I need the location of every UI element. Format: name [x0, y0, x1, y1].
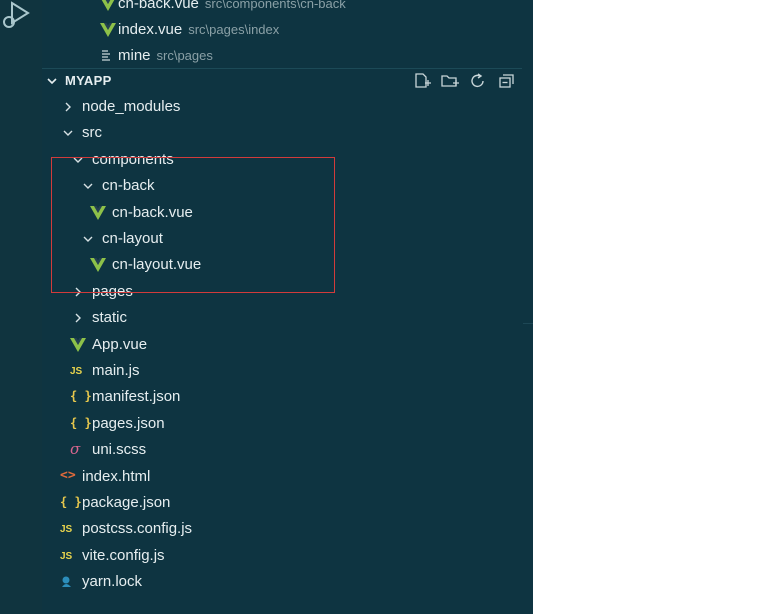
tree-item-label: cn-back.vue [112, 203, 193, 221]
tree-item-label: uni.scss [92, 441, 147, 459]
open-editor-path: src\pages\index [188, 22, 280, 37]
tree-file[interactable]: App.vue [42, 332, 522, 358]
explorer-section-header[interactable]: MYAPP [42, 68, 522, 93]
js-icon: JS [60, 550, 73, 562]
tree-folder[interactable]: cn-back [42, 173, 522, 199]
explorer-title: MYAPP [65, 73, 112, 88]
tree-item-label: static [92, 309, 128, 327]
tree-folder[interactable]: components [42, 147, 522, 173]
tree-item-label: node_modules [82, 98, 181, 115]
tree-file[interactable]: JS main.js [42, 358, 522, 384]
refresh-icon[interactable] [468, 72, 488, 90]
tree-file[interactable]: { } manifest.json [42, 384, 522, 410]
run-debug-icon[interactable] [3, 0, 33, 34]
activity-bar [0, 0, 42, 614]
tree-file[interactable]: JS vite.config.js [42, 543, 522, 569]
yarn-icon [62, 576, 71, 588]
tree-file[interactable]: cn-layout.vue [42, 252, 522, 278]
chevron-down-icon[interactable] [72, 154, 84, 166]
vue-icon [101, 0, 115, 11]
vue-icon [90, 205, 106, 220]
tree-file[interactable]: σ uni.scss [42, 437, 522, 463]
tree-item-label: main.js [92, 362, 140, 379]
tree-item-label: src [82, 124, 102, 142]
vue-icon [90, 258, 106, 273]
vue-icon [70, 337, 86, 352]
tree-item-label: components [92, 150, 174, 168]
tree-file[interactable]: yarn.lock [42, 569, 522, 595]
tree-folder[interactable]: node_modules [42, 94, 522, 120]
open-editor-name: cn-back.vue src\components\cn-back [118, 0, 346, 12]
tree-folder[interactable]: src [42, 120, 522, 146]
chevron-down-icon[interactable] [46, 75, 58, 87]
file-lines-icon [102, 50, 110, 61]
open-editor-item[interactable]: index.vue src\pages\index [42, 17, 522, 43]
new-folder-icon[interactable] [440, 72, 460, 90]
tree-item-label: cn-layout [102, 230, 163, 247]
tree-item-label: vite.config.js [82, 546, 165, 564]
open-editor-item[interactable]: cn-back.vue src\components\cn-back [42, 0, 522, 17]
chevron-down-icon[interactable] [82, 233, 94, 245]
tree-file[interactable]: cn-back.vue [42, 200, 522, 226]
open-editor-name: index.vue src\pages\index [118, 21, 280, 38]
tree-item-label: cn-back [102, 177, 155, 195]
divider [523, 323, 533, 324]
chevron-down-icon[interactable] [82, 180, 94, 192]
tree-item-label: yarn.lock [82, 573, 143, 591]
chevron-right-icon[interactable] [62, 101, 74, 113]
json-icon: { } [70, 415, 92, 430]
tree-file[interactable]: JS postcss.config.js [42, 516, 522, 542]
collapse-all-icon[interactable] [497, 72, 517, 90]
tree-file[interactable]: { } package.json [42, 490, 522, 516]
tree-folder[interactable]: pages [42, 279, 522, 305]
js-icon: JS [60, 524, 73, 536]
open-editor-path: src\pages [156, 48, 213, 63]
tree-item-label: cn-layout.vue [112, 256, 202, 274]
chevron-down-icon[interactable] [62, 127, 74, 139]
tree-item-label: postcss.config.js [82, 520, 193, 538]
tree-folder[interactable]: static [42, 305, 522, 331]
tree-item-label: index.html [82, 467, 151, 485]
open-editor-name: mine src\pages [118, 47, 213, 64]
tree-file[interactable]: <> index.html [42, 464, 522, 490]
html-icon: <> [60, 467, 76, 483]
open-editor-item[interactable]: mine src\pages [42, 43, 522, 69]
new-file-icon[interactable] [412, 72, 432, 90]
tree-item-label: pages [92, 282, 133, 300]
tree-item-label: pages.json [92, 414, 165, 432]
vue-icon [100, 23, 116, 37]
tree-item-label: manifest.json [92, 388, 181, 406]
chevron-right-icon[interactable] [72, 312, 84, 324]
json-icon: { } [70, 389, 92, 404]
js-icon: JS [70, 366, 83, 377]
tree-folder[interactable]: cn-layout [42, 226, 522, 252]
scss-icon: σ [70, 440, 81, 459]
explorer-sidebar: cn-back.vue src\components\cn-back index.v… [42, 0, 533, 614]
tree-file[interactable]: { } pages.json [42, 411, 522, 437]
tree-item-label: App.vue [92, 335, 148, 353]
open-editor-path: src\components\cn-back [204, 0, 346, 11]
json-icon: { } [60, 495, 82, 509]
tree-item-label: package.json [82, 494, 171, 511]
chevron-right-icon[interactable] [72, 286, 84, 298]
